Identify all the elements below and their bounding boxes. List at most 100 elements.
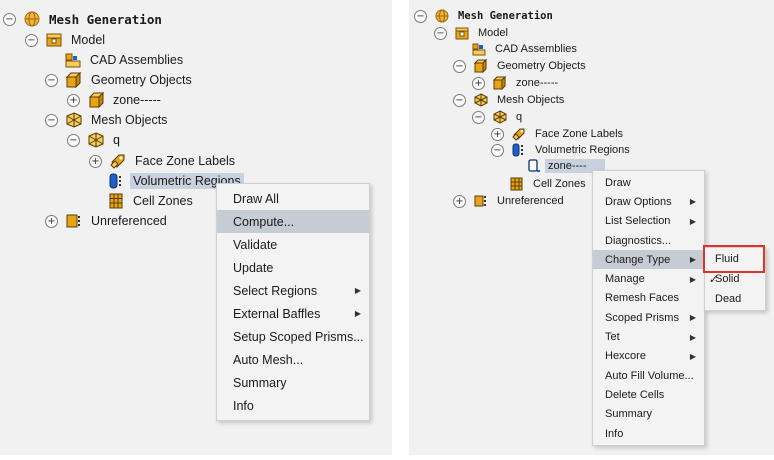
collapse-toggle[interactable]: − [67,133,80,147]
tree-label: Geometry Objects [91,73,192,87]
tree-label: Unreferenced [91,214,167,228]
collapse-toggle[interactable]: − [491,143,504,157]
menu-item-auto-fill-volume[interactable]: Auto Fill Volume... [593,366,704,385]
tree-node-cell-zones[interactable]: Cell Zones [108,191,196,211]
mesh-objects-icon [66,112,82,128]
tree-label: Cell Zones [133,194,193,208]
expand-toggle[interactable]: + [89,154,102,168]
menu-item-compute[interactable]: Compute... [217,210,369,233]
menu-item-external-baffles[interactable]: External Baffles ▶ [217,302,369,325]
menu-item-auto-mesh[interactable]: Auto Mesh... [217,348,369,371]
submenu-arrow-icon: ▶ [689,351,696,361]
tree-label: Volumetric Regions [535,144,630,156]
right-tree-panel: − Mesh Generation − Model CAD Assemblies… [409,0,774,455]
tree-node-zone[interactable]: + zone----- [67,90,164,110]
tree-label: q [113,133,120,147]
check-icon: ✓ [709,273,719,286]
menu-item-tet[interactable]: Tet ▶ [593,327,704,346]
region-context-menu: Draw Draw Options ▶ List Selection ▶ Diagn… [592,170,705,447]
tree-label: zone----- [113,93,161,107]
tree-label: Face Zone Labels [535,128,624,140]
unreferenced-icon [474,195,486,207]
face-zone-labels-icon [512,128,525,141]
expand-toggle[interactable]: + [45,214,58,228]
tree-node-unreferenced[interactable]: + Unreferenced [45,211,170,231]
tree-label: Mesh Generation [458,10,553,22]
menu-item-summary[interactable]: Summary [593,405,704,424]
menu-item-validate[interactable]: Validate [217,233,369,256]
unreferenced-icon [66,214,80,228]
collapse-toggle[interactable]: − [453,93,466,107]
tree-label: Mesh Generation [49,11,162,27]
expand-toggle[interactable]: + [472,76,485,90]
collapse-toggle[interactable]: − [414,9,427,23]
tree-node-face-zone-labels[interactable]: + Face Zone Labels [89,151,238,171]
regions-context-menu: Draw All Compute... Validate Update Sele… [216,183,370,421]
tree-label: Unreferenced [497,195,564,207]
menu-item-setup-scoped-prisms[interactable]: Setup Scoped Prisms... [217,325,369,348]
cad-assemblies-icon [472,43,486,56]
collapse-toggle[interactable]: − [472,110,485,124]
collapse-toggle[interactable]: − [453,59,466,73]
submenu-arrow-icon: ▶ [689,216,696,226]
menu-item-update[interactable]: Update [217,256,369,279]
mesh-objects-icon [474,93,488,107]
menu-item-select-regions[interactable]: Select Regions ▶ [217,279,369,302]
menu-item-dead[interactable]: Dead [705,289,765,309]
region-icon [528,159,540,172]
submenu-arrow-icon: ▶ [689,274,696,284]
tree-label: Model [71,33,106,47]
collapse-toggle[interactable]: − [3,12,16,26]
expand-toggle[interactable]: + [491,127,504,141]
tree-label: Cell Zones [533,178,586,190]
menu-item-draw[interactable]: Draw [593,173,704,192]
menu-item-list-selection[interactable]: List Selection ▶ [593,212,704,231]
menu-item-summary[interactable]: Summary [217,371,369,394]
tree-label: CAD Assemblies [90,53,184,67]
collapse-toggle[interactable]: − [25,33,38,47]
cad-assemblies-icon [65,53,81,68]
geometry-cubes-icon [474,59,488,73]
collapse-toggle[interactable]: − [45,73,58,87]
globe-icon [435,9,449,23]
cell-zones-icon [510,177,523,191]
expand-toggle[interactable]: + [67,93,80,107]
tree-node-unreferenced[interactable]: + Unreferenced [453,191,567,211]
menu-item-manage[interactable]: Manage ▶ [593,269,704,288]
mesh-object-icon [88,132,104,148]
menu-item-delete-cells[interactable]: Delete Cells [593,385,704,404]
menu-item-info[interactable]: Info [593,424,704,443]
left-tree-panel: − Mesh Generation − Model CAD Assemblies… [0,0,392,455]
submenu-arrow-icon: ▶ [689,313,696,323]
tree-node-geometry-objects[interactable]: − Geometry Objects [45,70,195,90]
expand-toggle[interactable]: + [453,194,466,208]
model-box-icon [455,27,469,40]
globe-icon [24,11,40,27]
cube-icon [493,76,507,90]
menu-item-scoped-prisms[interactable]: Scoped Prisms ▶ [593,308,704,327]
tree-node-q[interactable]: − q [67,130,123,150]
menu-item-draw-all[interactable]: Draw All [217,187,369,210]
highlight-box [703,245,765,273]
tree-node-model[interactable]: − Model [25,30,108,50]
cube-icon [88,92,104,108]
volumetric-regions-icon [109,173,121,189]
menu-item-info[interactable]: Info [217,394,369,417]
tree-label: Mesh Objects [497,94,565,106]
tree-label: Geometry Objects [497,60,586,72]
model-box-icon [46,33,62,47]
menu-item-hexcore[interactable]: Hexcore ▶ [593,347,704,366]
cell-zones-icon [109,193,123,209]
tree-node-cad-assemblies[interactable]: CAD Assemblies [65,50,186,70]
collapse-toggle[interactable]: − [45,113,58,127]
tree-node-mesh-objects[interactable]: − Mesh Objects [45,110,170,130]
menu-item-remesh-faces[interactable]: Remesh Faces [593,289,704,308]
tree-node-mesh-generation[interactable]: − Mesh Generation [3,9,165,29]
menu-item-draw-options[interactable]: Draw Options ▶ [593,192,704,211]
tree-label: CAD Assemblies [495,43,577,55]
collapse-toggle[interactable]: − [434,26,447,40]
menu-item-change-type[interactable]: Change Type ▶ [593,250,704,270]
geometry-cubes-icon [66,72,82,88]
tree-label: zone----- [516,77,559,89]
menu-item-diagnostics[interactable]: Diagnostics... [593,231,704,250]
